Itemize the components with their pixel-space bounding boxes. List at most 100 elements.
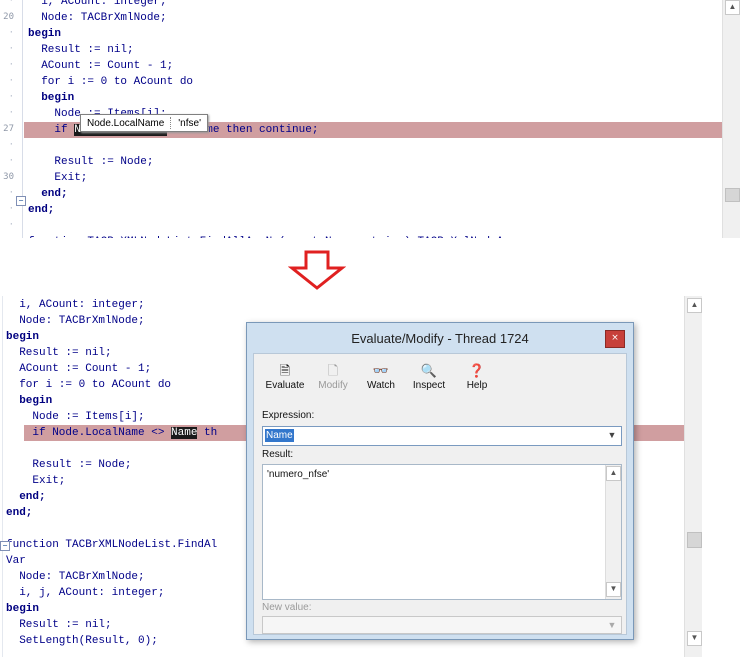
code-text: Node: TACBrXmlNode;: [28, 12, 167, 24]
code-line[interactable]: · function TACBrXMLNodeList.FindAllAnyNs(…: [0, 234, 740, 238]
line-number: ·: [8, 44, 14, 54]
code-text: begin: [28, 28, 62, 40]
line-number: 20: [3, 12, 14, 22]
modify-button[interactable]: 🗋 Modify: [310, 362, 356, 400]
close-button[interactable]: ×: [605, 330, 625, 348]
evaluate-icon: 🗎: [279, 363, 291, 378]
line-number: ·: [8, 0, 14, 6]
scroll-up-icon[interactable]: ▲: [687, 298, 702, 313]
help-icon: ❓: [468, 363, 486, 378]
code-line[interactable]: 30 Exit;: [0, 170, 740, 186]
code-text: end;: [28, 204, 55, 216]
code-line[interactable]: i, ACount: integer;: [0, 297, 702, 313]
code-line[interactable]: · begin: [0, 90, 740, 106]
scroll-down-icon[interactable]: ▼: [687, 631, 702, 646]
result-scrollbar[interactable]: ▲ ▼: [605, 465, 621, 599]
expression-label: Expression:: [262, 410, 315, 421]
code-text: ACount := Count - 1;: [6, 363, 152, 375]
evaluation-tooltip: Node.LocalName 'nfse': [80, 114, 208, 132]
tooltip-expression: Node.LocalName: [87, 117, 165, 129]
code-text: Result := nil;: [28, 44, 134, 56]
evaluate-button[interactable]: 🗎 Evaluate: [262, 362, 308, 400]
code-text: Result := Node;: [28, 156, 154, 168]
code-text: if Node.LocalName <> Name th: [6, 427, 218, 439]
code-text: end;: [28, 188, 68, 200]
line-number: ·: [0, 236, 14, 238]
code-line[interactable]: · end;: [0, 202, 740, 218]
code-line[interactable]: · Result := nil;: [0, 42, 740, 58]
line-number: ·: [8, 140, 14, 150]
watch-button[interactable]: 👓 Watch: [358, 362, 404, 400]
result-value: 'numero_nfse': [267, 469, 330, 480]
code-text: Exit;: [28, 172, 88, 184]
code-line[interactable]: ·: [0, 218, 740, 234]
help-button[interactable]: ❓ Help: [454, 362, 500, 400]
scroll-up-icon[interactable]: ▲: [725, 0, 740, 15]
close-icon: ×: [611, 333, 619, 343]
code-text: for i := 0 to ACount do: [6, 379, 172, 391]
fold-toggle-icon[interactable]: −: [0, 541, 10, 551]
inspect-icon: 🔍: [420, 363, 438, 378]
toolbar-button-label: Help: [466, 380, 488, 391]
top-code-editor[interactable]: · i, ACount: integer; 20 Node: TACBrXmlNo…: [0, 0, 740, 238]
dialog-title-bar[interactable]: Evaluate/Modify - Thread 1724: [247, 323, 633, 353]
code-line[interactable]: ·: [0, 138, 740, 154]
modify-icon: 🗋: [327, 363, 339, 378]
code-line[interactable]: · ACount := Count - 1;: [0, 58, 740, 74]
line-number: ·: [8, 76, 14, 86]
code-line[interactable]: · end;: [0, 186, 740, 202]
code-text: begin: [6, 331, 40, 343]
down-arrow-icon: [288, 250, 346, 290]
line-number: ·: [8, 60, 14, 70]
tooltip-value: 'nfse': [178, 117, 201, 129]
code-text: Node := Items[i];: [6, 411, 145, 423]
fold-toggle-icon[interactable]: −: [16, 196, 26, 206]
code-text: end;: [6, 491, 46, 503]
code-line[interactable]: · begin: [0, 26, 740, 42]
line-number: ·: [8, 204, 14, 214]
code-line[interactable]: · for i := 0 to ACount do: [0, 74, 740, 90]
line-number: ·: [8, 156, 14, 166]
dialog-title: Evaluate/Modify - Thread 1724: [351, 330, 529, 346]
line-number: ·: [8, 92, 14, 102]
expression-combobox[interactable]: Name ▼: [262, 426, 622, 446]
code-line[interactable]: · i, ACount: integer;: [0, 0, 740, 10]
code-text: Result := Node;: [6, 459, 132, 471]
inspect-button[interactable]: 🔍 Inspect: [406, 362, 452, 400]
toolbar-button-label: Evaluate: [265, 380, 305, 391]
bottom-editor-vertical-scrollbar[interactable]: ▲ ▼: [684, 296, 702, 657]
dialog-toolbar: 🗎 Evaluate 🗋 Modify 👓 Watch 🔍 Inspect ❓ Help: [262, 362, 500, 400]
scroll-thumb[interactable]: [687, 532, 702, 548]
code-line[interactable]: 20 Node: TACBrXmlNode;: [0, 10, 740, 26]
chevron-down-icon[interactable]: ▼: [605, 428, 619, 442]
code-text: i, j, ACount: integer;: [6, 587, 165, 599]
result-textarea[interactable]: 'numero_nfse' ▲ ▼: [262, 464, 622, 600]
scroll-thumb[interactable]: [725, 188, 740, 202]
selected-text: Name: [171, 427, 198, 439]
code-text: i, ACount: integer;: [6, 299, 145, 311]
dialog-body: 🗎 Evaluate 🗋 Modify 👓 Watch 🔍 Inspect ❓ Help Expr…: [253, 353, 627, 635]
line-number: ·: [8, 188, 14, 198]
evaluate-modify-dialog[interactable]: Evaluate/Modify - Thread 1724 × 🗎 Evaluat…: [246, 322, 634, 640]
chevron-down-icon[interactable]: ▼: [605, 618, 619, 632]
top-editor-vertical-scrollbar[interactable]: ▲: [722, 0, 740, 238]
new-value-combobox[interactable]: ▼: [262, 616, 622, 634]
code-text: function TACBrXMLNodeList.FindAllAnyNs(c…: [28, 234, 536, 238]
result-label: Result:: [262, 449, 294, 460]
code-text: begin: [28, 92, 75, 104]
code-text: ACount := Count - 1;: [28, 60, 174, 72]
toolbar-button-label: Inspect: [412, 380, 446, 391]
code-text: i, ACount: integer;: [28, 0, 167, 8]
new-value-label: New value:: [262, 602, 312, 613]
code-line[interactable]: · Result := Node;: [0, 154, 740, 170]
scroll-up-icon[interactable]: ▲: [606, 466, 621, 481]
expression-input[interactable]: Name: [265, 429, 294, 442]
code-text: begin: [6, 603, 40, 615]
line-number: 30: [3, 172, 14, 182]
line-number: 27: [3, 124, 14, 134]
scroll-down-icon[interactable]: ▼: [606, 582, 621, 597]
line-number: ·: [8, 108, 14, 118]
code-text: Result := nil;: [6, 619, 112, 631]
code-text: Exit;: [6, 475, 66, 487]
code-text: Var: [6, 555, 26, 567]
